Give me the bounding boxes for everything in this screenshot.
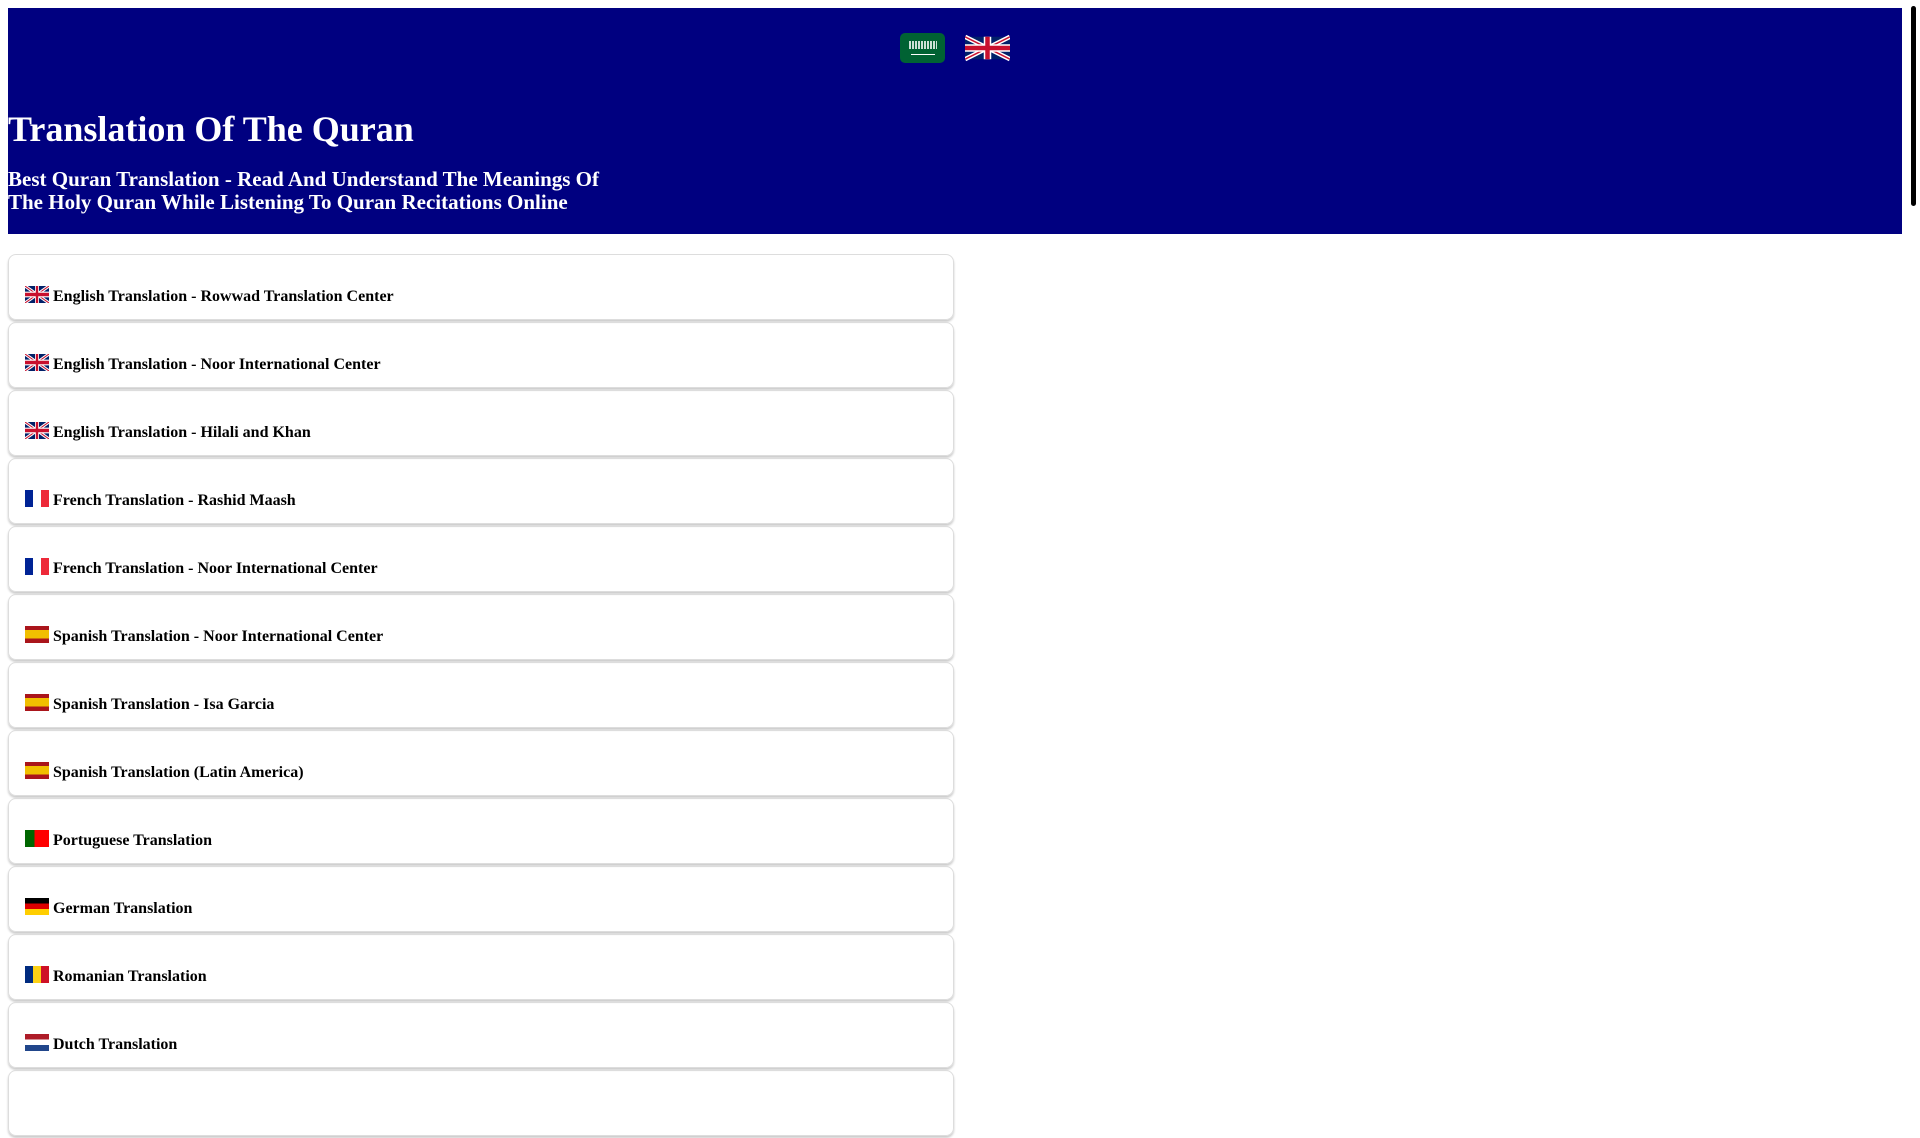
de-flag-icon (25, 898, 49, 915)
translation-item[interactable]: Spanish Translation (Latin America) (8, 730, 954, 796)
translation-item[interactable]: English Translation - Hilali and Khan (8, 390, 954, 456)
scrollbar[interactable] (1911, 6, 1916, 206)
fr-flag-icon (25, 558, 49, 575)
translation-label: Dutch Translation (53, 1036, 178, 1053)
translation-link[interactable]: Dutch Translation (25, 1034, 177, 1054)
uk-flag-icon (965, 34, 1010, 62)
page-title: Translation Of The Quran (8, 109, 414, 149)
fr-flag-icon (25, 490, 49, 507)
translation-item[interactable]: Dutch Translation (8, 1002, 954, 1068)
es-flag-icon (25, 626, 49, 643)
translation-item[interactable]: French Translation - Noor International … (8, 526, 954, 592)
translation-item[interactable]: French Translation - Rashid Maash (8, 458, 954, 524)
uk-flag-icon (24, 420, 50, 441)
uk-flag-icon (24, 284, 50, 305)
translation-label: Romanian Translation (53, 968, 207, 985)
sword-mark (910, 54, 935, 55)
translation-item[interactable]: English Translation - Rowwad Translation… (8, 254, 954, 320)
translation-link[interactable]: French Translation - Rashid Maash (25, 490, 296, 510)
translation-link[interactable]: Spanish Translation - Isa Garcia (25, 694, 274, 714)
translation-label: Spanish Translation (Latin America) (53, 764, 304, 781)
translation-label: Spanish Translation - Noor International… (53, 628, 384, 645)
ro-flag-icon (25, 966, 49, 983)
translation-label: English Translation - Noor International… (53, 356, 381, 373)
translation-link[interactable]: English Translation - Rowwad Translation… (24, 284, 394, 306)
uk-flag-icon (24, 352, 50, 373)
translation-link[interactable]: English Translation - Hilali and Khan (24, 420, 311, 442)
translation-label: German Translation (53, 900, 193, 917)
site-header: Translation Of The Quran Best Quran Tran… (8, 8, 1902, 234)
translation-link[interactable]: English Translation - Noor International… (24, 352, 381, 374)
pt-flag-icon (25, 830, 49, 847)
saudi-flag-icon (908, 41, 937, 49)
translation-label: French Translation - Noor International … (53, 560, 378, 577)
es-flag-icon (25, 762, 49, 779)
translation-link[interactable]: Portuguese Translation (25, 830, 212, 850)
translation-link[interactable]: French Translation - Noor International … (25, 558, 378, 578)
translation-label: English Translation - Hilali and Khan (53, 424, 311, 441)
translation-item[interactable]: Portuguese Translation (8, 798, 954, 864)
es-flag-icon (25, 694, 49, 711)
page-subtitle: Best Quran Translation - Read And Unders… (8, 167, 600, 214)
translation-label: French Translation - Rashid Maash (53, 492, 296, 509)
english-language-button[interactable] (965, 33, 1010, 63)
translation-item[interactable]: Romanian Translation (8, 934, 954, 1000)
translation-label: Portuguese Translation (53, 832, 212, 849)
translation-item[interactable]: English Translation - Noor International… (8, 322, 954, 388)
translation-link[interactable]: Romanian Translation (25, 966, 207, 986)
translation-label: English Translation - Rowwad Translation… (53, 288, 394, 305)
translation-item[interactable]: Spanish Translation - Noor International… (8, 594, 954, 660)
translation-label: Spanish Translation - Isa Garcia (53, 696, 275, 713)
translation-item[interactable]: Spanish Translation - Isa Garcia (8, 662, 954, 728)
nl-flag-icon (25, 1034, 49, 1051)
translation-link[interactable]: Spanish Translation (Latin America) (25, 762, 304, 782)
translation-item[interactable]: German Translation (8, 866, 954, 932)
translation-link[interactable]: German Translation (25, 898, 192, 918)
translation-link[interactable]: Spanish Translation - Noor International… (25, 626, 383, 646)
translation-list: English Translation - Rowwad Translation… (8, 254, 954, 1138)
language-switcher (900, 33, 1010, 63)
arabic-language-button[interactable] (900, 33, 945, 63)
